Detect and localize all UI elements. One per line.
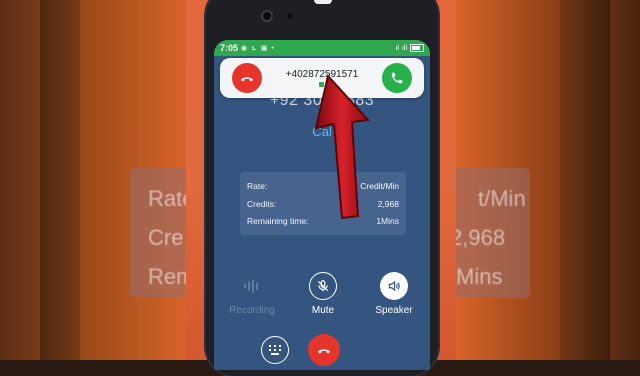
proximity-sensor: [287, 13, 293, 19]
bottom-actions: [214, 334, 430, 370]
phone-hangup-icon: [241, 77, 253, 82]
end-call-button[interactable]: [308, 334, 340, 366]
red-arrow-annotation: [314, 73, 371, 220]
blurred-rate-value: t/Min: [478, 186, 526, 211]
accept-call-button[interactable]: [382, 63, 412, 93]
background-shadow-left: [40, 0, 80, 360]
recording-button[interactable]: Recording: [222, 272, 282, 316]
credits-label: Credits:: [247, 199, 277, 209]
signal-icon: ıll: [401, 44, 407, 52]
mute-label: Mute: [311, 305, 335, 316]
mute-button[interactable]: Mute: [293, 272, 353, 316]
speaker-button[interactable]: Speaker: [364, 272, 424, 316]
wifi-icon: ıl: [395, 44, 399, 52]
system-icons: ıl ıll: [395, 44, 424, 52]
phone-holder-clip: [314, 0, 332, 4]
credits-value: 2,968: [377, 199, 399, 209]
status-time: 7:05: [220, 43, 239, 53]
decline-call-button[interactable]: [232, 63, 262, 93]
blurred-credits-label: Cre: [148, 225, 184, 250]
speaker-icon: [380, 272, 408, 300]
rate-label: Rate:: [247, 181, 268, 191]
mic-off-icon: [309, 272, 337, 300]
notification-icons: ◉ ⊾ ▣ •: [241, 45, 275, 52]
blurred-remaining-value: Mins: [456, 264, 503, 289]
call-controls: Recording Mute Speaker: [214, 272, 430, 332]
status-bar: 7:05 ◉ ⊾ ▣ • ıl ıll: [214, 40, 430, 56]
phone-hangup-icon: [318, 349, 330, 354]
speaker-label: Speaker: [375, 305, 413, 316]
phone-answer-icon: [391, 72, 403, 84]
waveform-icon: [238, 272, 266, 300]
blurred-credits-value: 2,968: [450, 225, 506, 250]
battery-icon: [410, 44, 424, 52]
front-camera: [261, 10, 273, 22]
keypad-icon: [269, 345, 281, 355]
recording-label: Recording: [229, 305, 275, 316]
background-shadow-right: [560, 0, 610, 360]
